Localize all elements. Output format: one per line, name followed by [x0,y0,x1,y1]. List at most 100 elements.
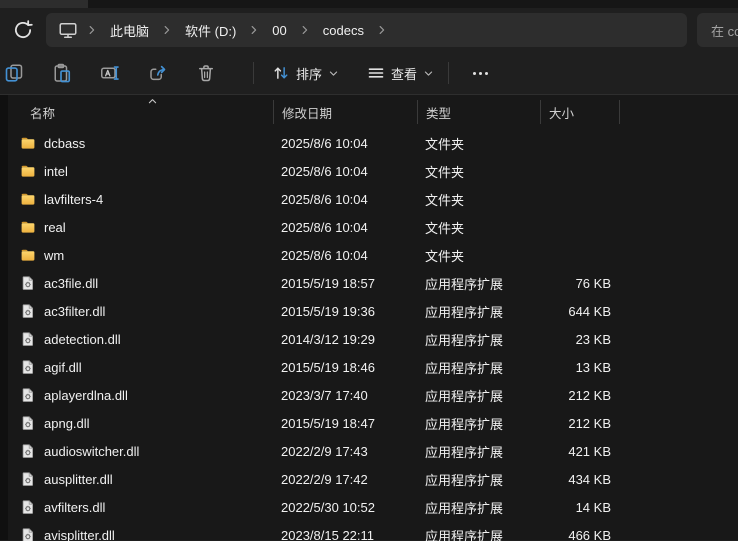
file-type: 应用程序扩展 [417,358,540,377]
file-name: intel [44,164,68,179]
more-options-icon [473,72,476,75]
file-date-modified: 2025/8/6 10:04 [273,192,417,207]
rename-icon [100,63,120,83]
file-date-modified: 2025/8/6 10:04 [273,220,417,235]
file-date-modified: 2025/8/6 10:04 [273,248,417,263]
search-box[interactable]: 在 codecs 中搜索 [697,13,738,47]
file-name: aplayerdlna.dll [44,388,128,403]
dll-file-icon [20,387,36,403]
titlebar-strip [0,0,738,8]
refresh-button[interactable] [6,14,40,46]
file-size: 14 KB [540,500,619,515]
table-row[interactable]: wm 2025/8/6 10:04 文件夹 [8,241,738,269]
column-header-type[interactable]: 类型 [417,100,540,124]
chevron-right-icon [372,22,392,38]
folder-icon [20,135,36,151]
file-type: 应用程序扩展 [417,414,540,433]
share-icon [148,63,168,83]
breadcrumb: 此电脑 软件 (D:) 00 codecs [102,18,392,43]
chevron-right-icon [157,22,177,38]
refresh-icon [12,19,34,41]
file-name: agif.dll [44,360,82,375]
file-date-modified: 2015/5/19 18:47 [273,416,417,431]
chevron-down-icon [328,68,339,79]
file-date-modified: 2015/5/19 18:46 [273,360,417,375]
file-size: 13 KB [540,360,619,375]
share-button[interactable] [144,57,172,89]
file-name: avisplitter.dll [44,528,115,541]
copy-button[interactable] [0,57,28,89]
table-row[interactable]: audioswitcher.dll 2022/2/9 17:43 应用程序扩展 … [8,437,738,465]
column-header-filler [619,100,738,124]
table-row[interactable]: avfilters.dll 2022/5/30 10:52 应用程序扩展 14 … [8,493,738,521]
file-size: 421 KB [540,444,619,459]
table-row[interactable]: avisplitter.dll 2023/8/15 22:11 应用程序扩展 4… [8,521,738,541]
column-header-size[interactable]: 大小 [540,100,619,124]
file-date-modified: 2022/2/9 17:42 [273,472,417,487]
table-row[interactable]: intel 2025/8/6 10:04 文件夹 [8,157,738,185]
breadcrumb-item[interactable]: 软件 (D:) [177,18,244,43]
file-date-modified: 2015/5/19 19:36 [273,304,417,319]
file-size: 212 KB [540,388,619,403]
file-type: 文件夹 [417,162,540,181]
file-name: audioswitcher.dll [44,444,139,459]
file-name: dcbass [44,136,85,151]
file-name: wm [44,248,64,263]
table-row[interactable]: aplayerdlna.dll 2023/3/7 17:40 应用程序扩展 21… [8,381,738,409]
table-row[interactable]: agif.dll 2015/5/19 18:46 应用程序扩展 13 KB [8,353,738,381]
file-type: 应用程序扩展 [417,386,540,405]
file-type: 应用程序扩展 [417,442,540,461]
active-tab-remnant [0,0,88,8]
table-row[interactable]: ausplitter.dll 2022/2/9 17:42 应用程序扩展 434… [8,465,738,493]
table-row[interactable]: real 2025/8/6 10:04 文件夹 [8,213,738,241]
table-row[interactable]: apng.dll 2015/5/19 18:47 应用程序扩展 212 KB [8,409,738,437]
table-row[interactable]: lavfilters-4 2025/8/6 10:04 文件夹 [8,185,738,213]
copy-icon [4,63,24,83]
breadcrumb-item[interactable]: 此电脑 [102,18,157,43]
rename-button[interactable] [96,57,124,89]
file-list-area: 名称 修改日期 类型 大小 dcba [0,95,738,540]
breadcrumb-item[interactable]: 00 [264,20,294,41]
file-size: 644 KB [540,304,619,319]
dll-file-icon [20,443,36,459]
file-type: 应用程序扩展 [417,274,540,293]
folder-icon [20,163,36,179]
file-date-modified: 2022/5/30 10:52 [273,500,417,515]
file-type: 应用程序扩展 [417,498,540,517]
more-options-button[interactable] [463,58,497,88]
dll-file-icon [20,359,36,375]
column-header-date[interactable]: 修改日期 [273,100,417,124]
file-type: 文件夹 [417,134,540,153]
chevron-right-icon [82,22,102,38]
breadcrumb-item[interactable]: codecs [315,20,372,41]
file-explorer-window: 此电脑 软件 (D:) 00 codecs 在 codecs 中搜索 [0,0,738,541]
pane-edge [0,95,8,540]
table-row[interactable]: adetection.dll 2014/3/12 19:29 应用程序扩展 23… [8,325,738,353]
file-type: 文件夹 [417,190,540,209]
file-type: 文件夹 [417,246,540,265]
view-button[interactable]: 查看 [361,58,440,89]
dll-file-icon [20,275,36,291]
dll-file-icon [20,415,36,431]
search-placeholder: 在 codecs 中搜索 [711,21,738,40]
table-row[interactable]: ac3file.dll 2015/5/19 18:57 应用程序扩展 76 KB [8,269,738,297]
file-size: 76 KB [540,276,619,291]
dll-file-icon [20,303,36,319]
paste-button[interactable] [48,57,76,89]
chevron-right-icon [295,22,315,38]
file-type: 应用程序扩展 [417,470,540,489]
table-row[interactable]: dcbass 2025/8/6 10:04 文件夹 [8,129,738,157]
table-row[interactable]: ac3filter.dll 2015/5/19 19:36 应用程序扩展 644… [8,297,738,325]
this-pc-icon [58,20,78,40]
delete-icon [196,63,216,83]
file-type: 应用程序扩展 [417,302,540,321]
column-header-name[interactable]: 名称 [8,100,273,124]
delete-button[interactable] [192,57,220,89]
file-name: real [44,220,66,235]
address-bar[interactable]: 此电脑 软件 (D:) 00 codecs [46,13,687,47]
folder-icon [20,191,36,207]
toolbar-separator [253,62,254,84]
file-type: 文件夹 [417,218,540,237]
sort-button[interactable]: 排序 [266,58,345,89]
file-date-modified: 2023/3/7 17:40 [273,388,417,403]
